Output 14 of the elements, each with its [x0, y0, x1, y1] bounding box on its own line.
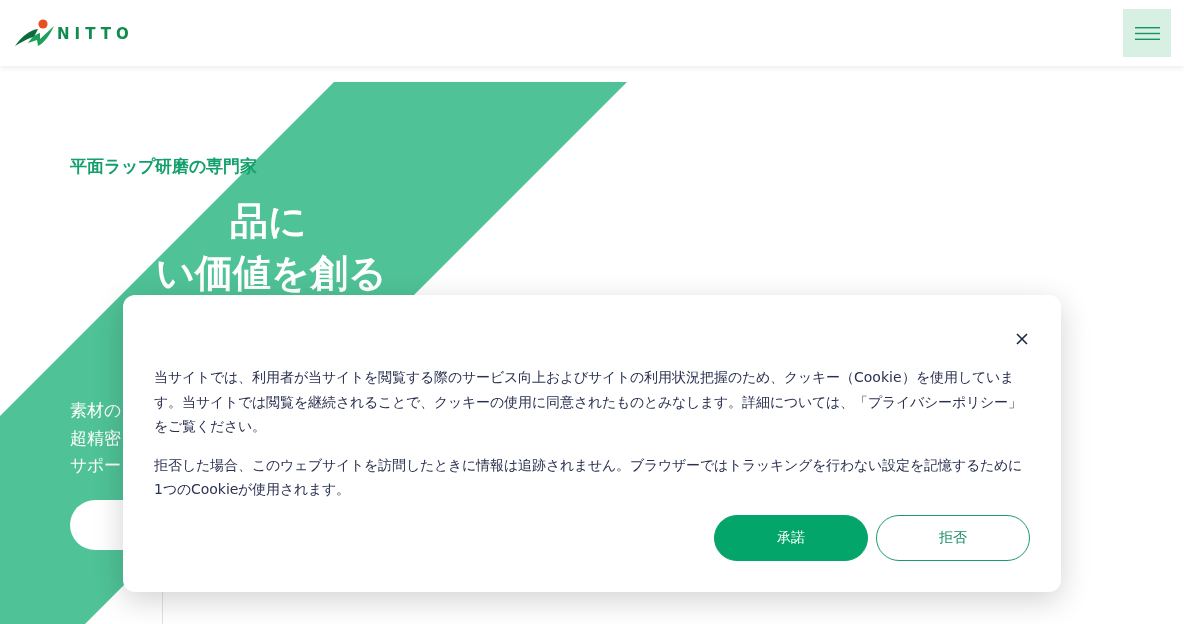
hero-lead-text: 素材の	[70, 399, 121, 422]
cookie-notice-text: 当サイトでは、利用者が当サイトを閲覧する際のサービス向上およびサイトの利用状況把握のため、クッキー（Cookie）を使用しています。当サイトでは閲覧を継続されることで、クッキーの使用に同意されたものとみなします。詳細については、「プライバシーポリシー」をご覧ください。	[154, 368, 1023, 436]
hero-headline: い価値を創る	[156, 250, 387, 297]
reject-button[interactable]: 拒否	[876, 515, 1030, 561]
cookie-notice-text: 拒否した場合、このウェブサイトを訪問したときに情報は追跡されません。ブラウザーではトラッキングを行わない設定を記憶するために1つのCookieが使用されます。	[154, 455, 1023, 499]
accept-button[interactable]: 承諾	[714, 515, 868, 561]
logo-text: NITTO	[57, 27, 134, 42]
logo-mark-icon	[14, 19, 56, 47]
menu-button[interactable]	[1123, 9, 1171, 57]
hero-lead-text: 超精密	[70, 426, 121, 450]
hero-headline: 品に	[230, 198, 307, 245]
menu-icon	[1134, 26, 1160, 40]
close-icon	[1016, 333, 1028, 345]
hero-lead-text: サポー	[70, 454, 121, 477]
